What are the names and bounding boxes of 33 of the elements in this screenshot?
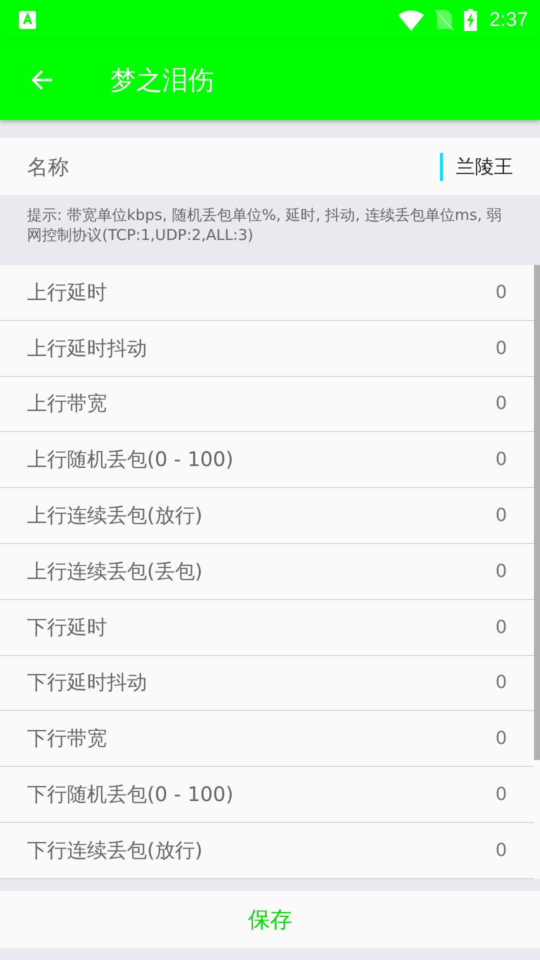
toolbar-title: 梦之泪伤 [110, 64, 214, 98]
setting-label: 下行延时 [27, 614, 108, 641]
setting-label: 下行带宽 [27, 725, 108, 752]
setting-label: 下行随机丢包(0 - 100) [27, 781, 234, 808]
no-sim-icon [434, 9, 454, 31]
setting-label: 下行连续丢包(放行) [27, 836, 204, 864]
setting-label: 上行随机丢包(0 - 100) [27, 446, 234, 474]
setting-value: 0 [496, 393, 507, 414]
scrollbar[interactable] [534, 265, 540, 760]
name-input-field[interactable]: 兰陵王 [440, 152, 513, 180]
setting-value: 0 [496, 840, 507, 861]
setting-label: 上行连续丢包(放行) [27, 502, 204, 530]
status-time: 2:37 [489, 8, 528, 32]
setting-value: 0 [496, 784, 507, 806]
app-notification-icon [19, 11, 36, 29]
setting-label: 上行连续丢包(丢包) [27, 558, 204, 585]
hint-text: 提示: 带宽单位kbps, 随机丢包单位%, 延时, 抖动, 连续丢包单位ms, 弱网控制协议(TCP:1,UDP:2,ALL:3) [26, 205, 503, 246]
setting-value: 0 [496, 282, 507, 303]
setting-value: 0 [496, 338, 507, 359]
setting-label: 上行延时 [27, 278, 108, 306]
battery-charging-icon [464, 9, 478, 31]
wifi-icon [398, 10, 424, 30]
setting-value: 0 [496, 560, 507, 582]
back-button[interactable] [30, 68, 54, 92]
setting-value: 0 [496, 616, 507, 638]
name-label: 名称 [27, 154, 70, 180]
setting-label: 上行延时抖动 [27, 334, 148, 362]
setting-value: 0 [496, 505, 507, 526]
setting-value: 0 [496, 449, 507, 470]
setting-label: 下行延时抖动 [27, 669, 148, 696]
setting-label: 上行带宽 [27, 390, 108, 418]
setting-value: 0 [496, 672, 507, 694]
setting-value: 0 [496, 728, 507, 750]
